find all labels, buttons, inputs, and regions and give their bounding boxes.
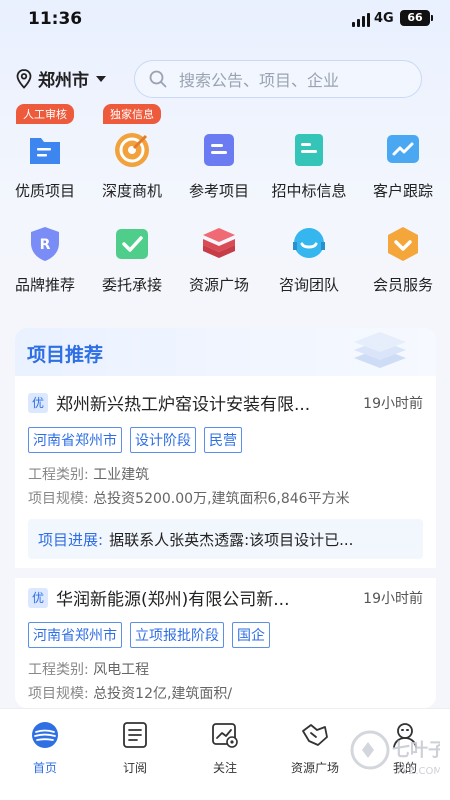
project-time: 19小时前 <box>363 395 423 412</box>
project-time: 19小时前 <box>363 590 423 607</box>
document-folder-icon <box>30 138 60 164</box>
stage-tag: 立项报批阶段 <box>130 622 224 648</box>
grid-item-quality-projects[interactable]: 人工审核 优质项目 <box>0 104 90 201</box>
scale-value: 总投资12亿,建筑面积/ <box>93 686 233 702</box>
project-recommend-card: 项目推荐 优 郑州新兴热工炉窑设计安装有限... 19小时前 河南省郑州市 设计… <box>15 328 436 708</box>
project-item[interactable]: 优 华润新能源(郑州)有限公司新... 19小时前 河南省郑州市 立项报批阶段 … <box>28 585 423 706</box>
grid-item-label: 客户跟踪 <box>372 182 433 200</box>
tab-resource-square[interactable]: 资源广场 <box>270 721 360 776</box>
bid-document-icon <box>295 134 323 166</box>
scale-value: 总投资5200.00万,建筑面积6,846平方米 <box>93 491 350 507</box>
tab-subscribe[interactable]: 订阅 <box>90 721 180 776</box>
manual-review-tag: 人工审核 <box>16 104 74 124</box>
home-globe-icon <box>32 722 58 748</box>
follow-chart-icon <box>212 723 238 748</box>
grid-item-vip-service[interactable]: 会员服务 <box>358 224 448 295</box>
grid-item-bid-info[interactable]: 招中标信息 <box>264 130 354 201</box>
layers-icon <box>203 228 235 258</box>
scale-label: 项目规模: <box>28 686 89 702</box>
project-tags: 河南省郑州市 设计阶段 民营 <box>28 427 423 453</box>
grid-item-label: 咨询团队 <box>278 276 339 294</box>
city-selector[interactable]: 郑州市 <box>16 66 107 91</box>
tab-home[interactable]: 首页 <box>0 721 90 776</box>
grid-item-label: 委托承接 <box>101 276 162 294</box>
search-icon <box>149 70 167 88</box>
stack-decoration-icon <box>354 332 406 368</box>
project-progress[interactable]: 项目进展: 据联系人张英杰透露:该项目设计已... <box>28 519 423 559</box>
signal-icon <box>352 13 370 27</box>
tab-label: 资源广场 <box>290 761 339 775</box>
grid-item-label: 深度商机 <box>101 182 162 200</box>
scale-label: 项目规模: <box>28 491 89 507</box>
grid-item-label: 会员服务 <box>372 276 433 294</box>
ownership-tag: 民营 <box>204 427 242 453</box>
battery-icon: 66 <box>400 10 433 26</box>
tab-label: 首页 <box>32 761 57 775</box>
status-bar: 11:36 4G 66 <box>0 0 450 40</box>
category-value: 工业建筑 <box>93 467 150 483</box>
grid-item-deep-business[interactable]: 独家信息 深度商机 <box>87 104 177 201</box>
handshake-icon <box>302 724 328 746</box>
status-time: 11:36 <box>28 9 83 29</box>
svg-text:7YZ.COM: 7YZ.COM <box>396 766 440 777</box>
grid-item-label: 参考项目 <box>188 182 249 200</box>
region-tag: 河南省郑州市 <box>28 427 122 453</box>
brand-shield-icon: R <box>31 227 59 261</box>
project-tags: 河南省郑州市 立项报批阶段 国企 <box>28 622 423 648</box>
premium-badge: 优 <box>28 392 48 413</box>
grid-item-customer-tracking[interactable]: 客户跟踪 <box>358 130 448 201</box>
vip-badge-icon <box>388 227 418 261</box>
item-divider <box>15 568 436 578</box>
notes-icon <box>204 134 234 166</box>
grid-item-label: 优质项目 <box>14 182 75 200</box>
svg-text:七叶子: 七叶子 <box>392 740 440 761</box>
grid-item-brand[interactable]: R 品牌推荐 <box>0 224 90 295</box>
caret-down-icon <box>96 75 106 82</box>
category-value: 风电工程 <box>93 662 150 678</box>
grid-item-consult-team[interactable]: 咨询团队 <box>264 224 354 295</box>
network-label: 4G <box>374 11 394 26</box>
progress-value: 据联系人张英杰透露:该项目设计已... <box>109 530 354 549</box>
tab-label: 关注 <box>212 761 237 775</box>
project-name[interactable]: 郑州新兴热工炉窑设计安装有限... <box>56 390 346 415</box>
search-input[interactable]: 搜索公告、项目、企业 <box>134 60 422 98</box>
grid-item-reference-projects[interactable]: 参考项目 <box>174 130 264 201</box>
consult-smile-icon <box>293 228 325 258</box>
project-meta: 工程类别: 风电工程 项目规模: 总投资12亿,建筑面积/ <box>28 658 423 706</box>
project-name[interactable]: 华润新能源(郑州)有限公司新... <box>56 585 346 610</box>
grid-item-label: 招中标信息 <box>271 182 347 200</box>
category-label: 工程类别: <box>28 662 89 678</box>
grid-item-label: 资源广场 <box>188 276 249 294</box>
target-icon <box>115 133 149 167</box>
grid-item-resource-square[interactable]: 资源广场 <box>174 224 264 295</box>
project-meta: 工程类别: 工业建筑 项目规模: 总投资5200.00万,建筑面积6,846平方… <box>28 463 423 511</box>
project-item[interactable]: 优 郑州新兴热工炉窑设计安装有限... 19小时前 河南省郑州市 设计阶段 民营… <box>28 390 423 559</box>
grid-item-label: 品牌推荐 <box>14 276 75 294</box>
category-label: 工程类别: <box>28 467 89 483</box>
exclusive-info-tag: 独家信息 <box>103 104 161 124</box>
list-icon <box>123 722 147 748</box>
progress-label: 项目进展: <box>38 530 104 549</box>
city-name: 郑州市 <box>38 71 89 91</box>
grid-item-commission[interactable]: 委托承接 <box>87 224 177 295</box>
search-placeholder: 搜索公告、项目、企业 <box>179 71 340 90</box>
trend-chart-icon <box>387 135 419 163</box>
svg-text:R: R <box>40 237 51 253</box>
card-header: 项目推荐 <box>15 328 436 376</box>
tab-label: 订阅 <box>122 761 147 775</box>
location-pin-icon <box>16 68 32 89</box>
premium-badge: 优 <box>28 587 48 608</box>
stage-tag: 设计阶段 <box>130 427 196 453</box>
check-handshake-icon <box>116 229 148 259</box>
section-title: 项目推荐 <box>27 344 104 366</box>
watermark-logo: 七叶子 7YZ.COM <box>350 722 446 786</box>
ownership-tag: 国企 <box>232 622 270 648</box>
tab-follow[interactable]: 关注 <box>180 721 270 776</box>
region-tag: 河南省郑州市 <box>28 622 122 648</box>
